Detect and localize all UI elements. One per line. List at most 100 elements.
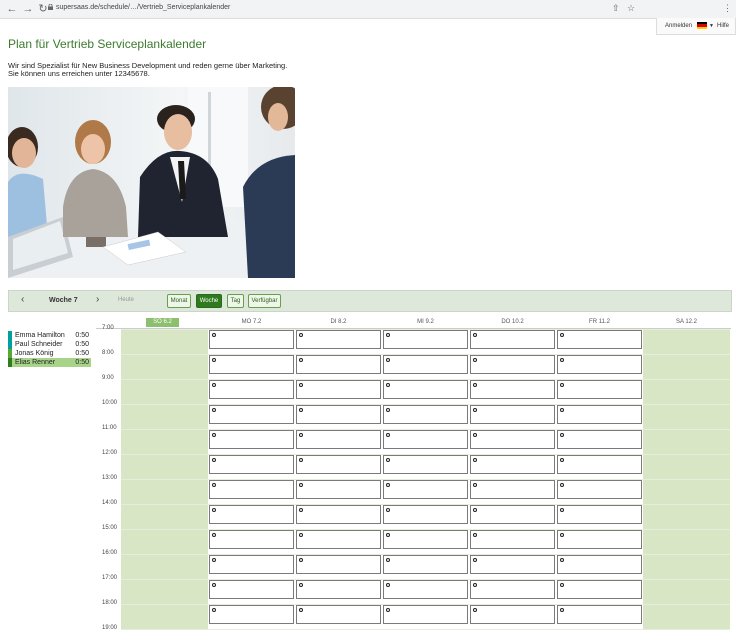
available-slot[interactable]	[557, 505, 642, 524]
slot-circle-icon	[212, 508, 216, 512]
available-slot[interactable]	[209, 330, 294, 349]
german-flag-icon[interactable]	[697, 22, 707, 29]
available-slot[interactable]	[383, 505, 468, 524]
available-slot[interactable]	[470, 430, 555, 449]
available-slot[interactable]	[470, 355, 555, 374]
day-header[interactable]: MI 9.2	[382, 318, 469, 327]
available-slot[interactable]	[557, 430, 642, 449]
day-header[interactable]: SA 12.2	[643, 318, 730, 327]
available-slot[interactable]	[383, 380, 468, 399]
address-bar[interactable]: supersaas.de/schedule/…/Vertrieb_Service…	[56, 4, 230, 11]
available-slot[interactable]	[209, 580, 294, 599]
available-slot[interactable]	[557, 580, 642, 599]
available-slot[interactable]	[470, 480, 555, 499]
available-slot[interactable]	[383, 455, 468, 474]
available-slot[interactable]	[296, 330, 381, 349]
day-header[interactable]: FR 11.2	[556, 318, 643, 327]
account-widget: Anmelden ▼ Hilfe	[656, 18, 736, 35]
resource-name: Paul Schneider	[15, 341, 63, 348]
available-slot[interactable]	[557, 355, 642, 374]
available-slot[interactable]	[383, 480, 468, 499]
available-slot[interactable]	[296, 505, 381, 524]
available-slot[interactable]	[296, 430, 381, 449]
available-slot[interactable]	[470, 405, 555, 424]
available-slot[interactable]	[557, 555, 642, 574]
bookmark-star-icon[interactable]: ☆	[627, 3, 635, 14]
available-slot[interactable]	[383, 330, 468, 349]
available-slot[interactable]	[557, 605, 642, 624]
available-slot[interactable]	[470, 580, 555, 599]
slot-circle-icon	[386, 558, 390, 562]
menu-kebab-icon[interactable]: ⋮	[723, 3, 732, 14]
available-slot[interactable]	[470, 530, 555, 549]
available-slot[interactable]	[209, 555, 294, 574]
available-slot[interactable]	[209, 505, 294, 524]
available-slot[interactable]	[209, 455, 294, 474]
available-slot[interactable]	[296, 455, 381, 474]
login-link[interactable]: Anmelden	[665, 23, 692, 29]
help-link[interactable]: Hilfe	[717, 23, 729, 29]
month-view-button[interactable]: Monat	[167, 294, 191, 308]
available-slot[interactable]	[209, 405, 294, 424]
resource-duration: 0:50	[75, 350, 89, 357]
available-slot[interactable]	[209, 530, 294, 549]
available-slot[interactable]	[296, 580, 381, 599]
resource-item-selected[interactable]: Elias Renner 0:50	[8, 358, 91, 367]
available-slot[interactable]	[470, 380, 555, 399]
slot-circle-icon	[386, 608, 390, 612]
resource-item[interactable]: Jonas König 0:50	[8, 349, 91, 358]
day-header[interactable]: DI 8.2	[295, 318, 382, 327]
resource-item[interactable]: Emma Hamilton 0:50	[8, 331, 91, 340]
available-view-button[interactable]: Verfügbar	[248, 294, 281, 308]
business-meeting-photo	[8, 87, 295, 278]
available-slot[interactable]	[209, 355, 294, 374]
available-slot[interactable]	[383, 605, 468, 624]
available-slot[interactable]	[296, 355, 381, 374]
available-slot[interactable]	[296, 555, 381, 574]
available-slot[interactable]	[296, 530, 381, 549]
available-slot[interactable]	[470, 330, 555, 349]
available-slot[interactable]	[209, 605, 294, 624]
available-slot[interactable]	[383, 555, 468, 574]
available-slot[interactable]	[383, 430, 468, 449]
share-icon[interactable]: ⇧	[612, 3, 620, 14]
today-button[interactable]: Heute	[118, 297, 134, 303]
back-icon[interactable]: ←	[6, 2, 18, 16]
available-slot[interactable]	[296, 405, 381, 424]
available-slot[interactable]	[383, 355, 468, 374]
slot-circle-icon	[386, 383, 390, 387]
available-slot[interactable]	[470, 455, 555, 474]
day-header[interactable]: DO 10.2	[469, 318, 556, 327]
available-slot[interactable]	[296, 605, 381, 624]
slot-circle-icon	[212, 358, 216, 362]
week-view-button[interactable]: Woche	[196, 294, 222, 308]
available-slot[interactable]	[470, 505, 555, 524]
available-slot[interactable]	[383, 530, 468, 549]
slot-circle-icon	[212, 458, 216, 462]
intro-line-2: Sie können uns erreichen unter 12345678.	[8, 69, 150, 78]
forward-icon[interactable]: →	[22, 2, 34, 16]
day-view-button[interactable]: Tag	[227, 294, 244, 308]
day-header[interactable]: MO 7.2	[208, 318, 295, 327]
available-slot[interactable]	[296, 480, 381, 499]
chevron-down-icon[interactable]: ▼	[709, 23, 714, 29]
available-slot[interactable]	[383, 580, 468, 599]
slot-circle-icon	[299, 458, 303, 462]
available-slot[interactable]	[209, 480, 294, 499]
prev-week-icon[interactable]: ‹	[21, 294, 24, 305]
available-slot[interactable]	[557, 330, 642, 349]
available-slot[interactable]	[209, 380, 294, 399]
available-slot[interactable]	[470, 605, 555, 624]
available-slot[interactable]	[557, 405, 642, 424]
available-slot[interactable]	[470, 555, 555, 574]
day-header[interactable]: SO 6.2	[146, 318, 179, 327]
available-slot[interactable]	[557, 455, 642, 474]
available-slot[interactable]	[383, 405, 468, 424]
available-slot[interactable]	[296, 380, 381, 399]
available-slot[interactable]	[557, 530, 642, 549]
available-slot[interactable]	[557, 480, 642, 499]
available-slot[interactable]	[557, 380, 642, 399]
next-week-icon[interactable]: ›	[96, 294, 99, 305]
available-slot[interactable]	[209, 430, 294, 449]
resource-item[interactable]: Paul Schneider 0:50	[8, 340, 91, 349]
